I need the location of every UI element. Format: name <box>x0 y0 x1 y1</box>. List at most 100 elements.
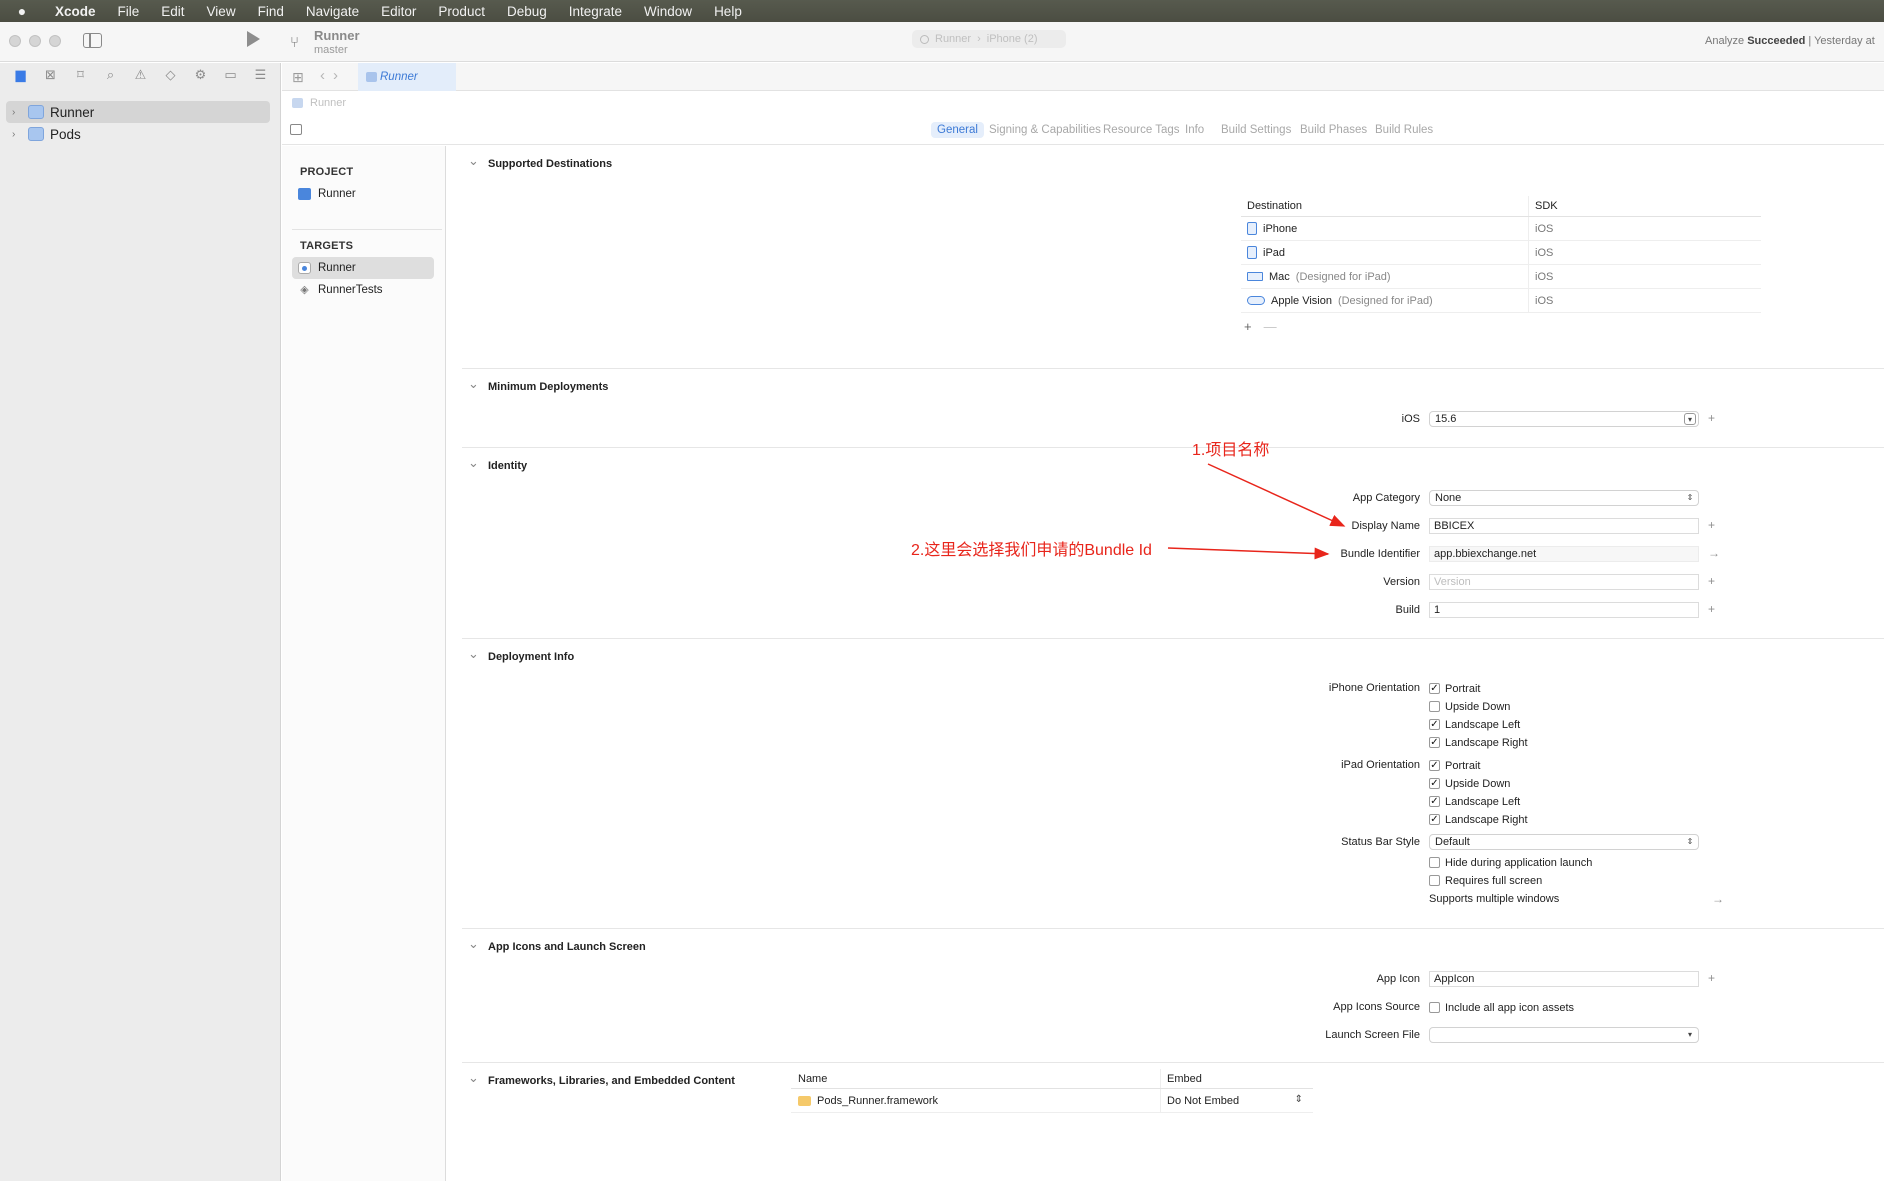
tab-general[interactable]: General <box>931 122 984 138</box>
hide-during-launch-checkbox[interactable]: Hide during application launch <box>1429 855 1592 870</box>
menu-edit[interactable]: Edit <box>150 4 195 19</box>
search-icon[interactable]: ⌕ <box>102 67 119 83</box>
close-window-button[interactable] <box>9 35 21 47</box>
menu-app[interactable]: Xcode <box>44 4 107 19</box>
tab-signing-capabilities[interactable]: Signing & Capabilities <box>983 122 1107 138</box>
iphone-landscape-right-checkbox[interactable]: ✓ Landscape Right <box>1429 735 1528 750</box>
annotation-bundle-id: 2.这里会选择我们申请的Bundle Id <box>911 542 1152 559</box>
menu-view[interactable]: View <box>196 4 247 19</box>
toolbar-project-name[interactable]: Runner <box>314 28 360 43</box>
checkbox-icon <box>1429 1002 1440 1013</box>
chevron-down-icon[interactable]: ▾ <box>1684 413 1696 425</box>
section-identity[interactable]: Identity <box>468 455 527 472</box>
tab-build-rules[interactable]: Build Rules <box>1369 122 1439 138</box>
menu-window[interactable]: Window <box>633 4 703 19</box>
build-add-button[interactable]: + <box>1708 602 1715 616</box>
chevron-right-icon[interactable]: › <box>12 107 24 118</box>
target-item-runnertests[interactable]: ◈ RunnerTests <box>292 279 434 301</box>
apple-menu-icon[interactable]: ● <box>0 3 44 19</box>
app-icon-field[interactable]: AppIcon <box>1429 971 1699 987</box>
section-minimum-deployments[interactable]: Minimum Deployments <box>468 376 608 393</box>
menu-editor[interactable]: Editor <box>370 4 427 19</box>
ipad-portrait-checkbox[interactable]: ✓ Portrait <box>1429 758 1480 773</box>
tab-build-phases[interactable]: Build Phases <box>1294 122 1373 138</box>
version-add-button[interactable]: + <box>1708 574 1715 588</box>
report-icon[interactable]: ☰ <box>252 67 269 83</box>
table-row[interactable]: iPad iOS <box>1241 241 1761 265</box>
menu-product[interactable]: Product <box>427 4 496 19</box>
display-name-field[interactable]: BBICEX <box>1429 518 1699 534</box>
breakpoint-icon[interactable]: ▭ <box>222 67 239 83</box>
add-destination-button[interactable]: + <box>1244 319 1264 334</box>
add-platform-button[interactable]: + <box>1708 411 1715 425</box>
tab-build-settings[interactable]: Build Settings <box>1215 122 1297 138</box>
app-icon-add-button[interactable]: + <box>1708 971 1715 985</box>
toolbar-branch-name[interactable]: master <box>314 44 348 56</box>
run-icon[interactable] <box>247 31 260 47</box>
include-all-icons-checkbox[interactable]: Include all app icon assets <box>1429 1000 1574 1015</box>
table-row[interactable]: iPhone iOS <box>1241 217 1761 241</box>
ios-deployment-combo[interactable]: 15.6 ▾ <box>1429 411 1699 427</box>
debug-icon[interactable]: ⚙ <box>192 67 209 83</box>
tab-info[interactable]: Info <box>1179 122 1210 138</box>
navigator-item-pods[interactable]: › Pods <box>6 123 270 145</box>
iphone-landscape-left-checkbox[interactable]: ✓ Landscape Left <box>1429 717 1520 732</box>
ipad-landscape-left-checkbox[interactable]: ✓ Landscape Left <box>1429 794 1520 809</box>
iphone-portrait-checkbox[interactable]: ✓ Portrait <box>1429 681 1480 696</box>
minimize-window-button[interactable] <box>29 35 41 47</box>
general-settings: Supported Destinations Destination SDK i… <box>447 146 1884 1181</box>
requires-full-screen-checkbox[interactable]: Requires full screen <box>1429 873 1542 888</box>
section-frameworks[interactable]: Frameworks, Libraries, and Embedded Cont… <box>468 1070 735 1087</box>
project-item-runner[interactable]: Runner <box>292 183 434 205</box>
navigation-arrows-icon[interactable]: ‹› <box>320 67 346 84</box>
app-category-select[interactable]: None ⇕ <box>1429 490 1699 506</box>
menu-file[interactable]: File <box>107 4 151 19</box>
chevron-down-icon[interactable]: ▾ <box>1684 1029 1696 1041</box>
toggle-navigator-icon[interactable] <box>83 33 102 48</box>
display-name-add-button[interactable]: + <box>1708 518 1715 532</box>
section-supported-destinations[interactable]: Supported Destinations <box>468 153 612 170</box>
table-row[interactable]: Pods_Runner.framework Do Not Embed ⇕ <box>791 1089 1313 1113</box>
version-field[interactable]: Version <box>1429 574 1699 590</box>
folder-icon[interactable]: ▆ <box>12 67 29 83</box>
embed-select[interactable]: Do Not Embed ⇕ <box>1161 1094 1313 1107</box>
column-name: Name <box>791 1069 1161 1088</box>
table-row[interactable]: Mac (Designed for iPad) iOS <box>1241 265 1761 289</box>
show-targets-panel-icon[interactable] <box>290 124 302 135</box>
multiple-windows-arrow-icon[interactable]: → <box>1712 892 1724 906</box>
column-destination: Destination <box>1241 196 1529 216</box>
scheme-selector[interactable]: Runner › iPhone (2) <box>912 30 1066 48</box>
table-header: Name Embed <box>791 1069 1313 1089</box>
breadcrumb[interactable]: Runner <box>282 92 1884 114</box>
zoom-window-button[interactable] <box>49 35 61 47</box>
ipad-landscape-right-checkbox[interactable]: ✓ Landscape Right <box>1429 812 1528 827</box>
editor-tab-runner[interactable]: Runner <box>358 63 456 91</box>
chevron-right-icon[interactable]: › <box>12 129 24 140</box>
menu-help[interactable]: Help <box>703 4 753 19</box>
table-row[interactable]: Apple Vision (Designed for iPad) iOS <box>1241 289 1761 313</box>
test-icon[interactable]: ◇ <box>162 67 179 83</box>
section-app-icons[interactable]: App Icons and Launch Screen <box>468 936 646 953</box>
source-control-icon[interactable]: ⊠ <box>42 67 59 83</box>
status-bar-style-select[interactable]: Default ⇕ <box>1429 834 1699 850</box>
target-item-runner[interactable]: Runner <box>292 257 434 279</box>
remove-destination-button[interactable]: — <box>1264 319 1289 334</box>
menu-integrate[interactable]: Integrate <box>558 4 633 19</box>
checkbox-label: Landscape Right <box>1445 813 1528 826</box>
bundle-identifier-arrow-icon[interactable]: → <box>1708 546 1720 560</box>
bookmark-icon[interactable]: ⌑ <box>72 67 89 83</box>
iphone-upside-down-checkbox[interactable]: Upside Down <box>1429 699 1510 714</box>
tab-resource-tags[interactable]: Resource Tags <box>1097 122 1186 138</box>
build-field[interactable]: 1 <box>1429 602 1699 618</box>
grid-icon[interactable]: ⊞ <box>292 69 304 86</box>
divider <box>462 928 1884 929</box>
warning-icon[interactable]: ⚠ <box>132 67 149 83</box>
navigator-item-runner[interactable]: › Runner <box>6 101 270 123</box>
section-deployment-info[interactable]: Deployment Info <box>468 646 574 663</box>
menu-debug[interactable]: Debug <box>496 4 558 19</box>
menu-find[interactable]: Find <box>247 4 295 19</box>
menu-navigate[interactable]: Navigate <box>295 4 370 19</box>
bundle-identifier-field[interactable]: app.bbiexchange.net <box>1429 546 1699 562</box>
launch-screen-combo[interactable]: ▾ <box>1429 1027 1699 1043</box>
ipad-upside-down-checkbox[interactable]: ✓ Upside Down <box>1429 776 1510 791</box>
